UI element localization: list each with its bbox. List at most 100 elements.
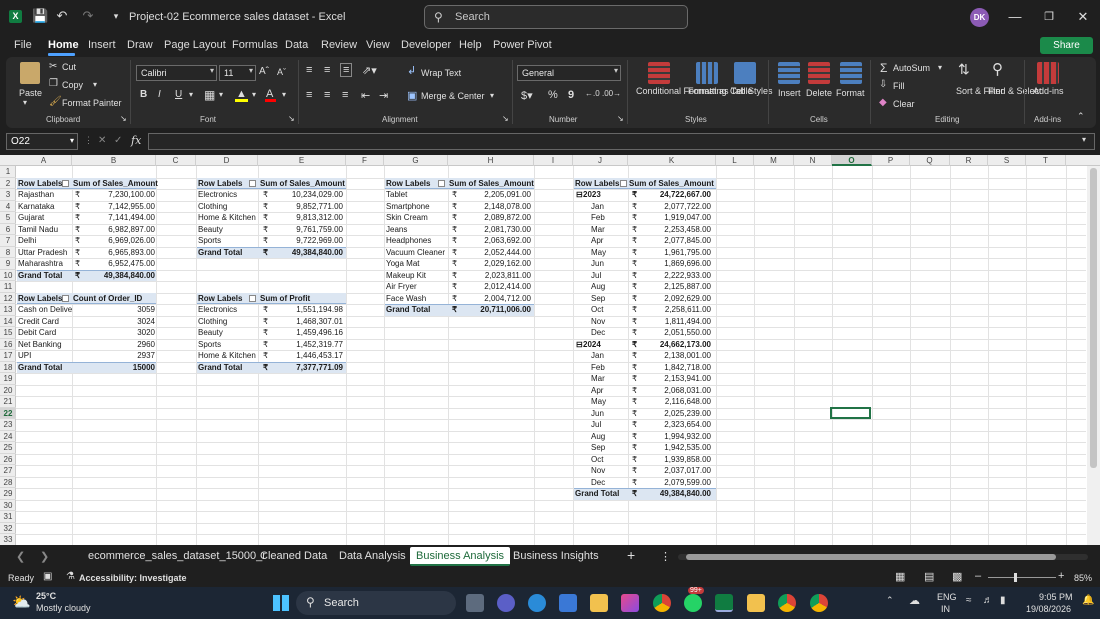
decrease-font-icon[interactable]: Aˇ — [277, 67, 286, 77]
column-header[interactable]: G — [384, 155, 448, 166]
format-painter-button[interactable]: Format Painter — [62, 98, 122, 108]
formula-input[interactable] — [148, 133, 1095, 150]
underline-icon[interactable]: U — [175, 89, 182, 100]
row-header[interactable]: 15 — [0, 327, 16, 339]
teams-icon[interactable] — [497, 594, 515, 612]
save-icon[interactable]: 💾 — [32, 8, 48, 24]
clipboard-launcher-icon[interactable]: ↘ — [120, 114, 127, 123]
column-header[interactable]: F — [346, 155, 384, 166]
row-header[interactable]: 22 — [0, 407, 16, 419]
borders-icon[interactable]: ▦ — [204, 88, 215, 102]
column-header[interactable]: K — [628, 155, 716, 166]
share-button[interactable]: Share — [1040, 37, 1093, 54]
tab-help[interactable]: Help — [459, 39, 482, 51]
row-header[interactable]: 33 — [0, 534, 16, 545]
row-header[interactable]: 20 — [0, 385, 16, 396]
chrome-icon[interactable] — [653, 594, 671, 612]
horizontal-scrollbar[interactable] — [678, 554, 1088, 560]
row-header[interactable]: 24 — [0, 431, 16, 442]
row-header[interactable]: 30 — [0, 500, 16, 511]
align-right-icon[interactable]: ≡ — [342, 89, 348, 101]
comma-style-icon[interactable]: 9 — [568, 89, 574, 101]
decrease-decimal-icon[interactable]: .00→ — [602, 89, 621, 98]
increase-decimal-icon[interactable]: ←.0 — [585, 89, 600, 98]
row-header[interactable]: 23 — [0, 419, 16, 431]
clear-button[interactable]: Clear — [893, 99, 915, 109]
increase-font-icon[interactable]: Aˆ — [259, 66, 269, 77]
top10-filter-icon[interactable] — [438, 179, 445, 187]
row-header[interactable]: 13 — [0, 304, 16, 316]
fill-button[interactable]: Fill — [893, 81, 905, 91]
autosum-button[interactable]: AutoSum — [893, 63, 930, 73]
align-middle-icon[interactable]: ≡ — [324, 64, 330, 76]
column-header[interactable]: M — [754, 155, 794, 166]
next-sheet-icon[interactable]: ❯ — [40, 550, 49, 563]
page-break-view-icon[interactable]: ▩ — [952, 570, 962, 583]
align-center-icon[interactable]: ≡ — [324, 89, 330, 101]
tab-draw[interactable]: Draw — [127, 39, 153, 51]
column-header[interactable]: J — [573, 155, 628, 166]
tab-page-layout[interactable]: Page Layout — [164, 39, 226, 51]
row-header[interactable]: 11 — [0, 281, 16, 293]
tab-review[interactable]: Review — [321, 39, 357, 51]
sheet-tab-data-analysis[interactable]: Data Analysis — [339, 550, 406, 562]
clock-date[interactable]: 19/08/2026 — [1026, 604, 1071, 614]
undo-icon[interactable]: ↶ — [54, 8, 70, 24]
zoom-slider-thumb[interactable] — [1014, 573, 1017, 582]
column-header[interactable]: D — [196, 155, 258, 166]
tab-data[interactable]: Data — [285, 39, 308, 51]
zoom-out-icon[interactable]: – — [975, 570, 981, 582]
excel-taskbar-icon[interactable] — [715, 594, 733, 612]
filter-dropdown-icon[interactable] — [62, 179, 69, 187]
column-header[interactable]: N — [794, 155, 832, 166]
format-button[interactable]: Format — [836, 88, 865, 98]
autosum-dropdown-icon[interactable]: ▾ — [938, 63, 942, 72]
row-header[interactable]: 12 — [0, 293, 16, 304]
filter-dropdown-icon[interactable] — [62, 294, 69, 302]
row-header[interactable]: 28 — [0, 477, 16, 488]
cell-styles-button[interactable]: Cell Styles — [730, 86, 773, 96]
tab-view[interactable]: View — [366, 39, 390, 51]
battery-icon[interactable]: ▮ — [1000, 595, 1006, 606]
decrease-indent-icon[interactable]: ⇤ — [361, 89, 370, 102]
expand-formula-icon[interactable]: ▾ — [1082, 135, 1086, 144]
sheet-tab-dataset[interactable]: ecommerce_sales_dataset_15000_r — [88, 550, 266, 562]
copy-dropdown-icon[interactable]: ▾ — [93, 80, 97, 89]
zoom-slider[interactable] — [988, 577, 1056, 578]
font-launcher-icon[interactable]: ↘ — [288, 114, 295, 123]
font-size-combo[interactable]: 11 ▾ — [219, 65, 256, 81]
onedrive-icon[interactable]: ☁ — [909, 594, 920, 607]
sort-dropdown-icon[interactable] — [249, 179, 256, 187]
currency-icon[interactable]: $▾ — [521, 89, 533, 102]
column-header[interactable]: I — [534, 155, 573, 166]
cancel-icon[interactable]: ✕ — [98, 135, 106, 146]
insert-button[interactable]: Insert — [778, 88, 801, 98]
windows-start-icon[interactable] — [273, 595, 289, 611]
align-top-icon[interactable]: ≡ — [306, 64, 312, 76]
filter-dropdown-icon[interactable] — [620, 179, 627, 187]
row-header[interactable]: 18 — [0, 362, 16, 373]
insert-function-icon[interactable]: fx — [131, 134, 141, 147]
font-color-dropdown-icon[interactable]: ▾ — [282, 90, 286, 99]
sheet-tab-cleaned-data[interactable]: Cleaned Data — [260, 550, 327, 562]
paste-label[interactable]: Paste — [19, 88, 42, 98]
language-code[interactable]: ENG — [937, 592, 957, 602]
add-sheet-icon[interactable]: + — [627, 547, 635, 563]
tab-power-pivot[interactable]: Power Pivot — [493, 39, 552, 51]
temperature[interactable]: 25°C — [36, 591, 56, 601]
power-bi-icon[interactable] — [747, 594, 765, 612]
search-box[interactable]: ⚲ Search — [424, 5, 688, 29]
worksheet-grid[interactable]: ABCDEFGHIJKLMNOPQRST 1 2 3 4 5 6 7 8 9 10 11 12 13 14… — [0, 155, 1100, 545]
wrap-text-button[interactable]: Wrap Text — [421, 68, 461, 78]
number-launcher-icon[interactable]: ↘ — [617, 114, 624, 123]
column-header[interactable]: L — [716, 155, 754, 166]
column-header[interactable]: E — [258, 155, 346, 166]
align-bottom-icon[interactable]: ≡ — [340, 63, 353, 77]
column-header[interactable]: P — [872, 155, 910, 166]
increase-indent-icon[interactable]: ⇥ — [379, 89, 388, 102]
merge-center-button[interactable]: Merge & Center — [421, 91, 485, 101]
row-header[interactable]: 26 — [0, 454, 16, 465]
name-box[interactable]: O22 ▾ — [6, 133, 78, 150]
scroll-thumb[interactable] — [686, 554, 1056, 560]
normal-view-icon[interactable]: ▦ — [895, 570, 905, 583]
